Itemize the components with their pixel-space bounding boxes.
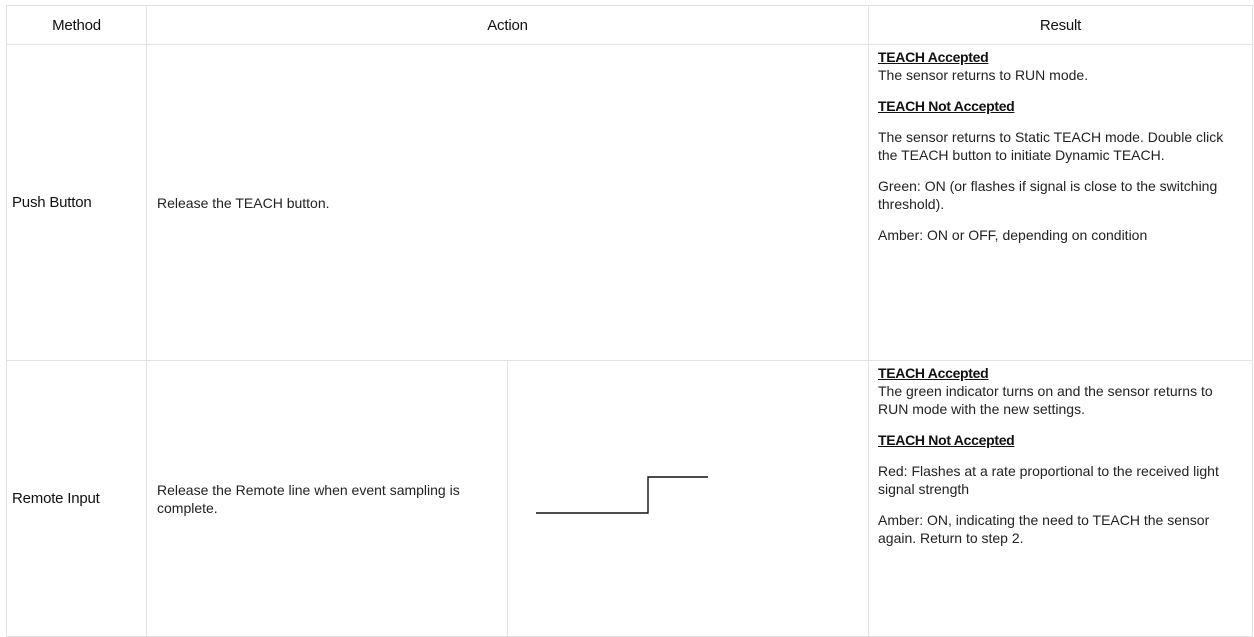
table-header-row: Method Action Result <box>6 5 1253 45</box>
action-cell: Release the Remote line when event sampl… <box>146 360 508 637</box>
teach-accepted-text: The green indicator turns on and the sen… <box>878 383 1213 417</box>
result-cell: TEACH Accepted The sensor returns to RUN… <box>868 44 1253 361</box>
result-paragraph: The sensor returns to Static TEACH mode.… <box>878 129 1224 163</box>
teach-not-accepted-heading[interactable]: TEACH Not Accepted <box>878 431 1240 449</box>
method-cell: Push Button <box>6 44 147 361</box>
teach-accepted-text: The sensor returns to RUN mode. <box>878 67 1089 83</box>
result-paragraph: Amber: ON or OFF, depending on condition <box>878 227 1148 243</box>
teach-procedure-table: Method Action Result Push Button Release… <box>6 5 1253 637</box>
remote-signal-diagram-cell <box>507 360 869 637</box>
method-cell: Remote Input <box>6 360 147 637</box>
teach-not-accepted-heading[interactable]: TEACH Not Accepted <box>878 97 1240 115</box>
remote-signal-waveform-icon <box>536 475 708 514</box>
header-action: Action <box>146 5 869 45</box>
teach-accepted-heading[interactable]: TEACH Accepted <box>878 48 1240 66</box>
result-paragraph: Amber: ON, indicating the need to TEACH … <box>878 512 1210 546</box>
table-row-remote-input: Remote Input Release the Remote line whe… <box>6 360 1253 637</box>
action-cell: Release the TEACH button. <box>146 44 869 361</box>
result-paragraph: Red: Flashes at a rate proportional to t… <box>878 463 1219 497</box>
header-method: Method <box>6 5 147 45</box>
teach-accepted-heading[interactable]: TEACH Accepted <box>878 364 1240 382</box>
result-cell: TEACH Accepted The green indicator turns… <box>868 360 1253 637</box>
table-row-push-button: Push Button Release the TEACH button. TE… <box>6 44 1253 361</box>
header-result: Result <box>868 5 1253 45</box>
result-paragraph: Green: ON (or flashes if signal is close… <box>878 178 1218 212</box>
